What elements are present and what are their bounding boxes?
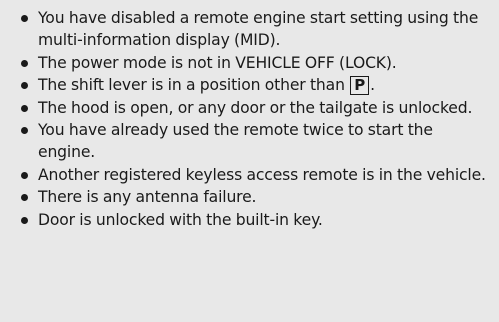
list-item: The power mode is not in VEHICLE OFF (LO…	[20, 52, 493, 74]
bullet-icon	[21, 82, 28, 90]
conditions-panel: You have disabled a remote engine start …	[0, 0, 499, 322]
condition-text: You have already used the remote twice t…	[38, 121, 433, 162]
condition-text: Another registered keyless access remote…	[38, 165, 486, 184]
condition-text: The hood is open, or any door or the tai…	[38, 98, 473, 117]
bullet-icon	[21, 15, 28, 22]
list-item: Another registered keyless access remote…	[20, 164, 493, 186]
list-item: You have already used the remote twice t…	[20, 119, 493, 164]
bullet-icon	[21, 127, 28, 135]
list-item: You have disabled a remote engine start …	[20, 7, 493, 52]
condition-text: Door is unlocked with the built-in key.	[38, 210, 323, 229]
condition-text: You have disabled a remote engine start …	[38, 9, 479, 50]
condition-text: The shift lever is in a position other t…	[38, 76, 345, 95]
condition-text-end: .	[370, 76, 375, 95]
bullet-icon	[21, 216, 28, 224]
condition-text: The power mode is not in VEHICLE OFF (LO…	[38, 53, 397, 72]
list-item: The hood is open, or any door or the tai…	[20, 97, 493, 119]
bullet-icon	[21, 59, 28, 67]
bullet-icon	[21, 194, 28, 202]
conditions-list: You have disabled a remote engine start …	[20, 7, 493, 231]
condition-text: There is any antenna failure.	[38, 188, 257, 207]
list-item: Door is unlocked with the built-in key.	[20, 209, 493, 231]
gear-position-badge: P	[350, 76, 370, 96]
list-item: There is any antenna failure.	[20, 186, 493, 208]
bullet-icon	[21, 104, 28, 112]
bullet-icon	[21, 171, 28, 179]
list-item: The shift lever is in a position other t…	[20, 74, 493, 96]
